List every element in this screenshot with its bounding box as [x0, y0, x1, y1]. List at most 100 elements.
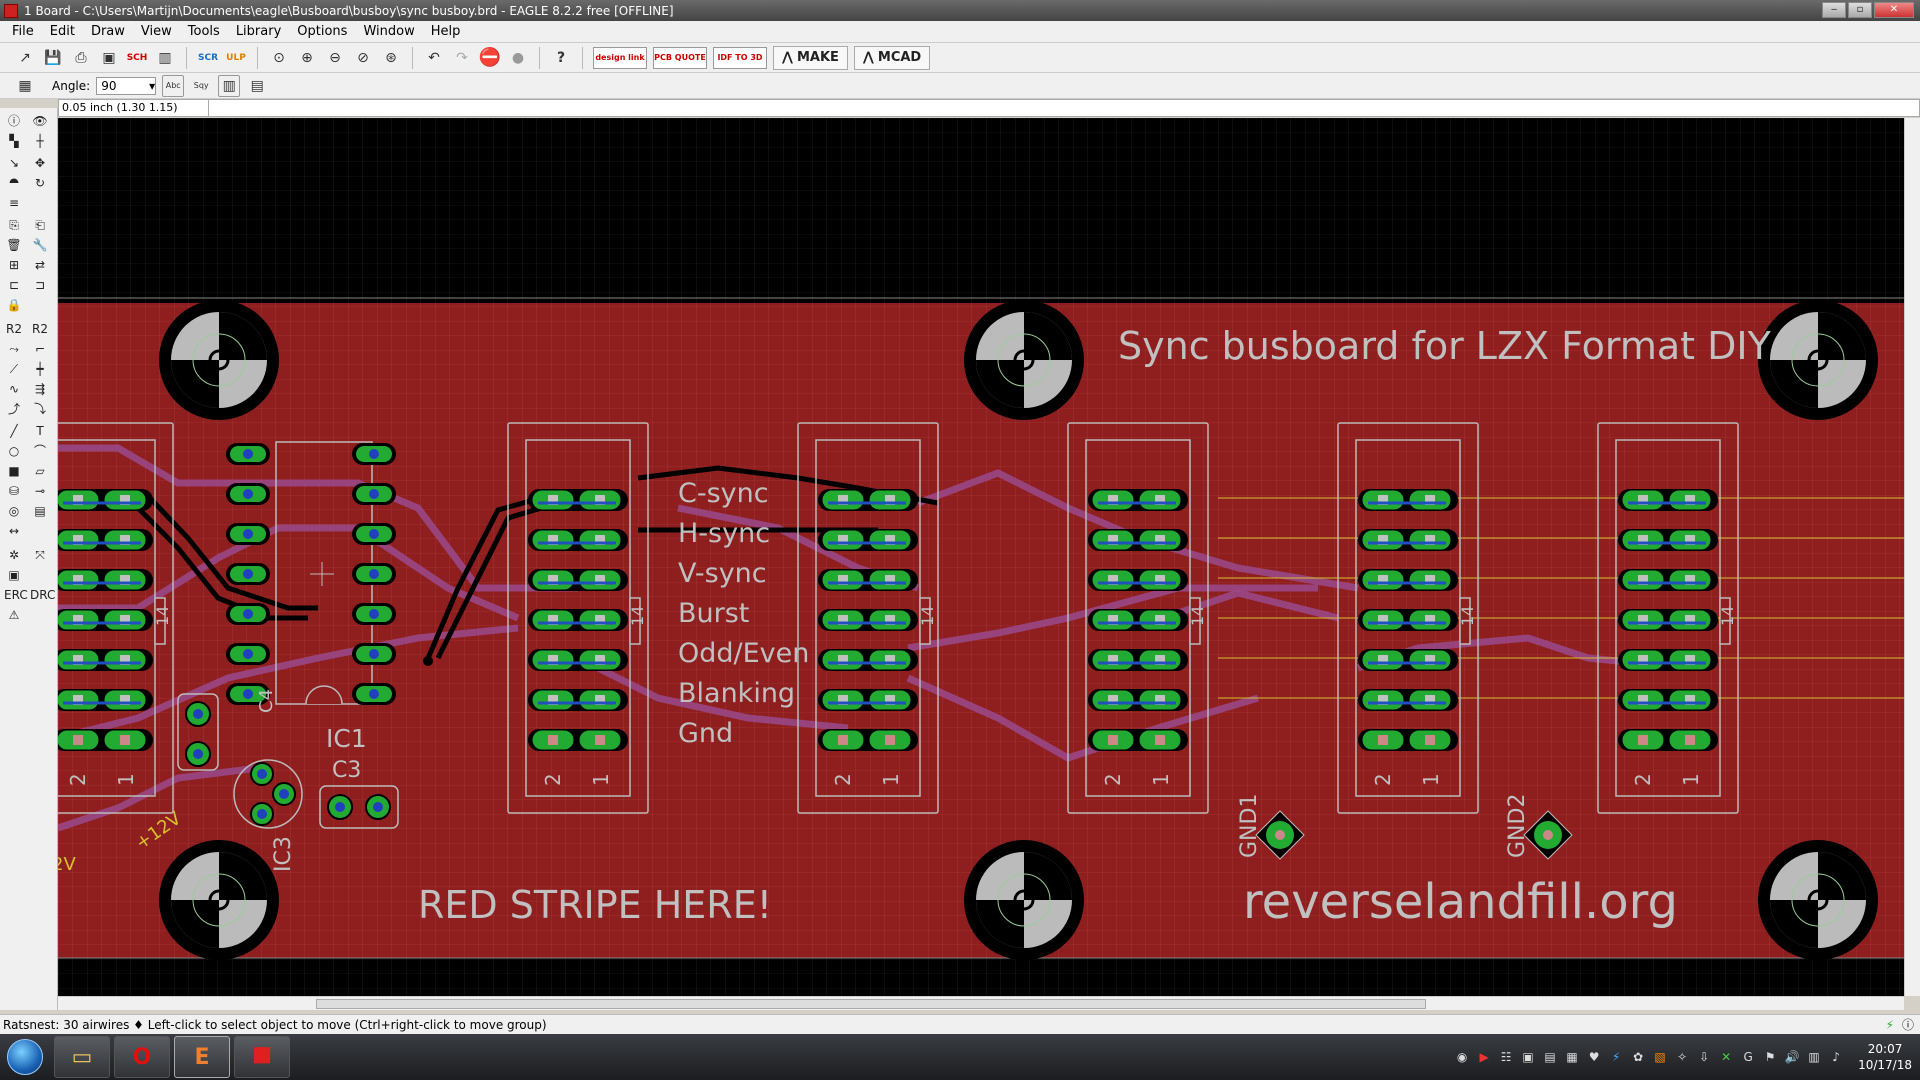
split-icon[interactable]: R2 [30, 320, 50, 338]
text-sqy-button[interactable]: Sqy [190, 75, 212, 97]
command-input[interactable] [209, 100, 1919, 116]
network-icon[interactable]: ▥ [1806, 1049, 1822, 1065]
zoom-in-icon[interactable]: ⊕ [296, 47, 318, 69]
erc-icon[interactable]: ERC [4, 586, 28, 604]
horizontal-scrollbar[interactable] [58, 996, 1904, 1010]
tray-icon-2[interactable]: ▶ [1476, 1049, 1492, 1065]
replace-icon[interactable]: ⇄ [30, 256, 50, 274]
print-icon[interactable]: ⎙ [70, 47, 92, 69]
tray-icon-9[interactable]: ✿ [1630, 1049, 1646, 1065]
design-link-button[interactable]: design link [593, 46, 647, 69]
ulp-icon[interactable]: ULP [225, 47, 247, 69]
wrench-icon[interactable]: 🔧 [30, 236, 50, 254]
menu-file[interactable]: File [12, 24, 34, 39]
close-button[interactable]: ✕ [1874, 2, 1914, 18]
smash-icon[interactable]: R2 [4, 320, 24, 338]
menu-tools[interactable]: Tools [188, 24, 220, 39]
eagle-task-icon[interactable]: E [174, 1036, 230, 1078]
zoom-out-icon[interactable]: ⊖ [324, 47, 346, 69]
arc-icon[interactable]: ⌒ [30, 442, 50, 460]
make-button[interactable]: ⋀ MAKE [773, 45, 848, 70]
layout-icon-1[interactable]: ▥ [218, 74, 241, 97]
zoom-fit-icon[interactable]: ⊙ [268, 47, 290, 69]
name-icon[interactable]: ⊏ [4, 276, 24, 294]
clock[interactable]: 20:07 10/17/18 [1858, 1041, 1912, 1073]
mark-icon[interactable]: ┼ [30, 132, 50, 150]
meander-icon[interactable]: ∿ [4, 380, 24, 398]
pcb-quote-button[interactable]: PCB QUOTE [653, 46, 707, 69]
mcad-button[interactable]: ⋀ MCAD [853, 45, 931, 70]
info-icon[interactable]: ⓘ [4, 112, 24, 130]
menu-view[interactable]: View [141, 24, 172, 39]
autoroute-icon[interactable]: ⤴ [4, 400, 24, 418]
tray-icon-3[interactable]: ☷ [1498, 1049, 1514, 1065]
board-canvas[interactable]: 2 1 14 2 1 14 2 1 14 2 1 14 2 1 14 2 1 14 Sync busboard f… [58, 118, 1904, 996]
attribute-icon[interactable]: ▤ [30, 502, 50, 520]
tray-icon-4[interactable]: ▣ [1520, 1049, 1536, 1065]
minimize-button[interactable]: ‒ [1822, 2, 1846, 18]
sch-icon[interactable]: SCH [126, 47, 148, 69]
rect-icon[interactable]: ■ [4, 462, 24, 480]
angle-select[interactable]: 90 ▾ [96, 76, 157, 95]
zoom-redraw-icon[interactable]: ⊘ [352, 47, 374, 69]
circle-icon[interactable]: ○ [4, 442, 24, 460]
warning-icon[interactable]: ⚠ [4, 606, 24, 624]
tray-icon-6[interactable]: ▦ [1564, 1049, 1580, 1065]
speaker-icon[interactable]: ♪ [1828, 1049, 1844, 1065]
menu-window[interactable]: Window [363, 24, 414, 39]
signal-icon[interactable]: ⊸ [30, 482, 50, 500]
explorer-task-icon[interactable]: ▭ [54, 1036, 110, 1078]
cam-icon[interactable]: ▣ [98, 47, 120, 69]
tray-icon-7[interactable]: ♥ [1586, 1049, 1602, 1065]
ripup-icon[interactable]: ┿ [30, 360, 50, 378]
add-icon[interactable]: ⊞ [4, 256, 24, 274]
move-icon[interactable]: ↘ [4, 154, 24, 172]
lock-icon[interactable]: 🔒 [4, 296, 24, 314]
differential-icon[interactable]: ⇶ [30, 380, 50, 398]
help-icon[interactable]: ? [550, 47, 572, 69]
volume-icon[interactable]: 🔊 [1784, 1049, 1800, 1065]
align-icon[interactable]: ≡ [4, 194, 24, 212]
hole-icon[interactable]: ◎ [4, 502, 24, 520]
menu-draw[interactable]: Draw [91, 24, 125, 39]
go-icon[interactable]: ● [507, 47, 529, 69]
polygon-icon[interactable]: ▱ [30, 462, 50, 480]
delete-icon[interactable]: 🗑 [4, 236, 24, 254]
copy-icon[interactable]: ⎘ [4, 216, 24, 234]
script-icon[interactable]: SCR [197, 47, 219, 69]
tray-icon-1[interactable]: ◉ [1454, 1049, 1470, 1065]
maximize-button[interactable]: ▫ [1848, 2, 1872, 18]
opera-task-icon[interactable]: O [114, 1036, 170, 1078]
menu-edit[interactable]: Edit [50, 24, 75, 39]
move-group-icon[interactable]: ✥ [30, 154, 50, 172]
board-icon[interactable]: ▣ [4, 566, 24, 584]
idf-to-3d-button[interactable]: IDF TO 3D [713, 46, 767, 69]
ratsnest-icon[interactable]: ✲ [4, 546, 24, 564]
tray-icon-12[interactable]: ⇩ [1696, 1049, 1712, 1065]
vertical-scrollbar[interactable] [1904, 118, 1920, 996]
stop-icon[interactable]: ⛔ [479, 47, 501, 69]
layout-icon-2[interactable]: ▤ [246, 75, 268, 97]
tray-icon-13[interactable]: ✕ [1718, 1049, 1734, 1065]
drc-icon[interactable]: DRC [30, 586, 55, 604]
library-icon[interactable]: ▥ [154, 47, 176, 69]
miter-icon[interactable]: ⌐ [30, 340, 50, 358]
value-icon[interactable]: ⊐ [30, 276, 50, 294]
info-circle-icon[interactable]: ⓘ [1902, 1016, 1914, 1033]
route-icon[interactable]: ⟋ [4, 360, 24, 378]
mirror-icon[interactable]: ⯊ [4, 174, 24, 192]
auto-icon[interactable]: ⤧ [30, 546, 50, 564]
scroll-thumb[interactable] [316, 999, 1426, 1009]
via-icon[interactable]: ⛁ [4, 482, 24, 500]
menu-library[interactable]: Library [236, 24, 281, 39]
acrobat-task-icon[interactable]: ⯀ [234, 1036, 290, 1078]
save-icon[interactable]: 💾 [42, 47, 64, 69]
wire-icon[interactable]: ╱ [4, 422, 24, 440]
rotate-icon[interactable]: ↻ [30, 174, 50, 192]
tray-icon-8[interactable]: ⚡ [1608, 1049, 1624, 1065]
display-icon[interactable]: ▚ [4, 132, 24, 150]
tray-icon-14[interactable]: G [1740, 1049, 1756, 1065]
redo-icon[interactable]: ↷ [451, 47, 473, 69]
undo-icon[interactable]: ↶ [423, 47, 445, 69]
fanout-icon[interactable]: ⤵ [30, 400, 50, 418]
